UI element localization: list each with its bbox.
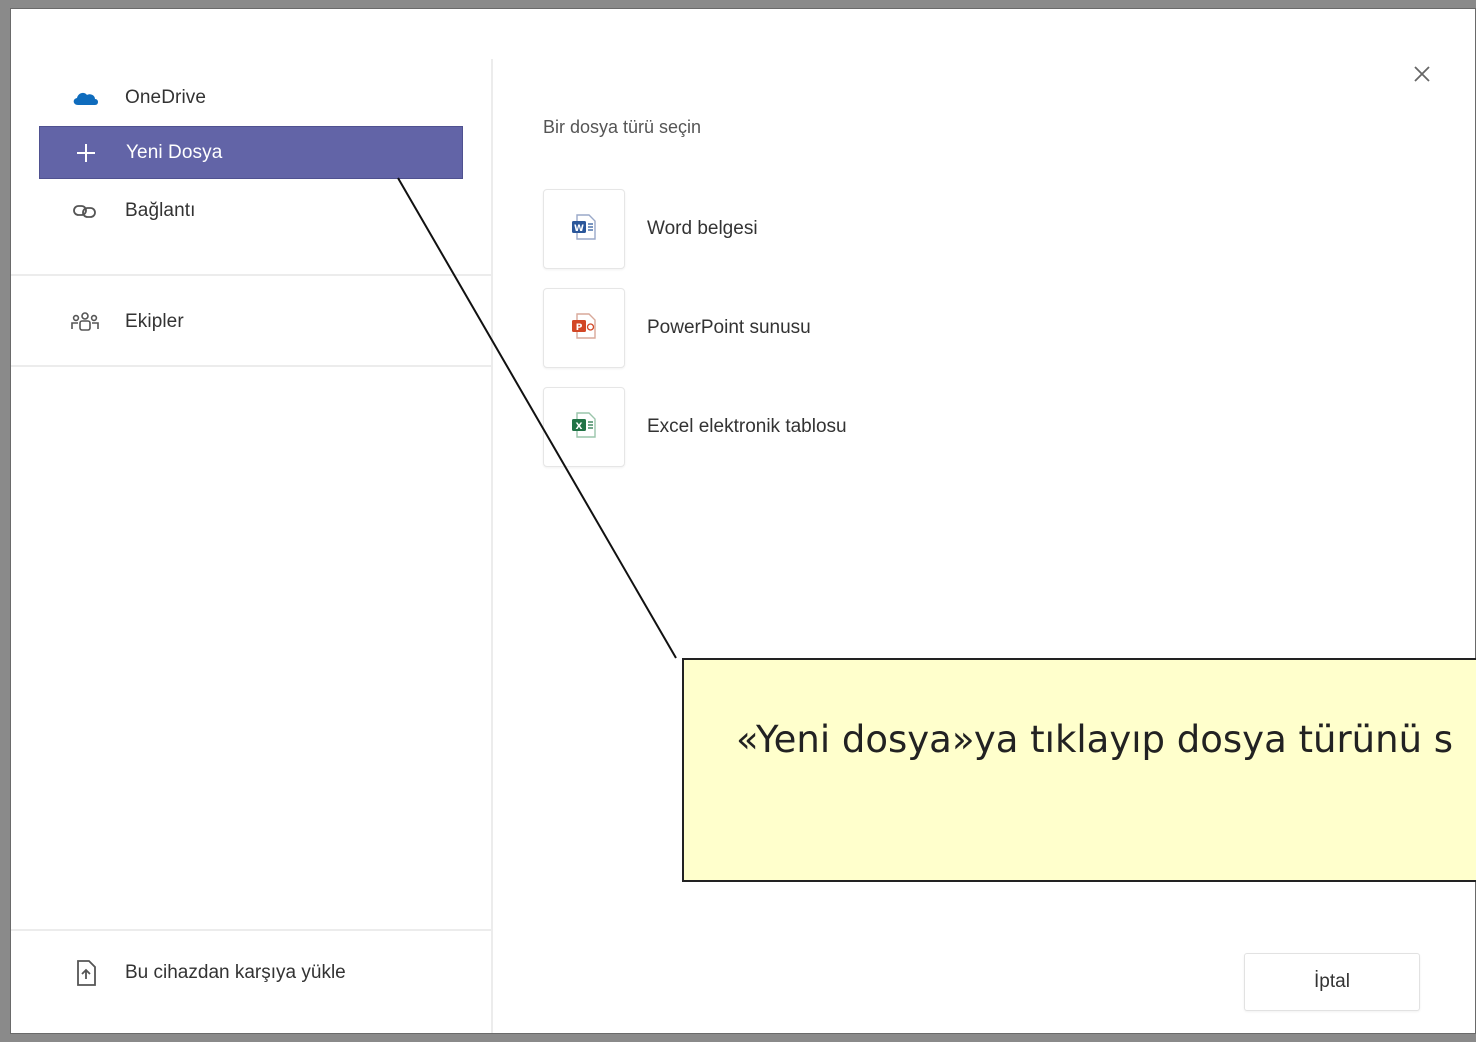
divider <box>11 365 491 367</box>
upload-from-device-button[interactable]: Bu cihazdan karşıya yükle <box>71 959 346 987</box>
file-type-label: Excel elektronik tablosu <box>647 416 847 437</box>
sidebar-item-teams[interactable]: Ekipler <box>39 295 463 348</box>
panel-divider <box>491 59 493 1033</box>
file-type-label: PowerPoint sunusu <box>647 317 811 338</box>
sidebar: OneDrive Yeni Dosya Bağlantı Ekipler Bu … <box>11 9 492 1033</box>
sidebar-item-new-file[interactable]: Yeni Dosya <box>39 126 463 179</box>
file-type-tile[interactable]: X <box>543 387 625 467</box>
divider <box>11 274 491 276</box>
sidebar-item-link[interactable]: Bağlantı <box>39 184 463 237</box>
file-type-label: Word belgesi <box>647 218 758 239</box>
cancel-button[interactable]: İptal <box>1244 953 1420 1011</box>
section-title: Bir dosya türü seçin <box>543 117 702 137</box>
close-icon <box>1413 59 1431 90</box>
file-type-excel[interactable]: X Excel elektronik tablosu <box>543 387 847 467</box>
divider <box>11 929 491 931</box>
sidebar-item-label: OneDrive <box>125 86 207 108</box>
word-icon: W <box>569 212 599 247</box>
file-type-word[interactable]: W Word belgesi <box>543 189 758 269</box>
teams-icon <box>67 311 103 333</box>
cloud-icon <box>67 89 103 107</box>
plus-icon <box>68 142 104 164</box>
callout-text: «Yeni dosya»ya tıklayıp dosya türünü s <box>736 718 1454 761</box>
excel-icon: X <box>569 410 599 445</box>
sidebar-item-label: Yeni Dosya <box>126 141 223 163</box>
file-type-tile[interactable]: P <box>543 288 625 368</box>
sidebar-item-label: Bağlantı <box>125 199 196 221</box>
callout-box: «Yeni dosya»ya tıklayıp dosya türünü s <box>682 658 1476 882</box>
link-icon <box>67 202 103 220</box>
upload-label: Bu cihazdan karşıya yükle <box>125 962 346 983</box>
file-type-tile[interactable]: W <box>543 189 625 269</box>
close-button[interactable] <box>1407 59 1437 89</box>
svg-text:P: P <box>576 323 583 333</box>
powerpoint-icon: P <box>569 311 599 346</box>
svg-text:X: X <box>576 422 583 432</box>
upload-icon <box>71 959 101 987</box>
sidebar-item-onedrive[interactable]: OneDrive <box>39 71 463 124</box>
svg-text:W: W <box>574 224 584 234</box>
sidebar-item-label: Ekipler <box>125 310 184 332</box>
file-type-powerpoint[interactable]: P PowerPoint sunusu <box>543 288 811 368</box>
